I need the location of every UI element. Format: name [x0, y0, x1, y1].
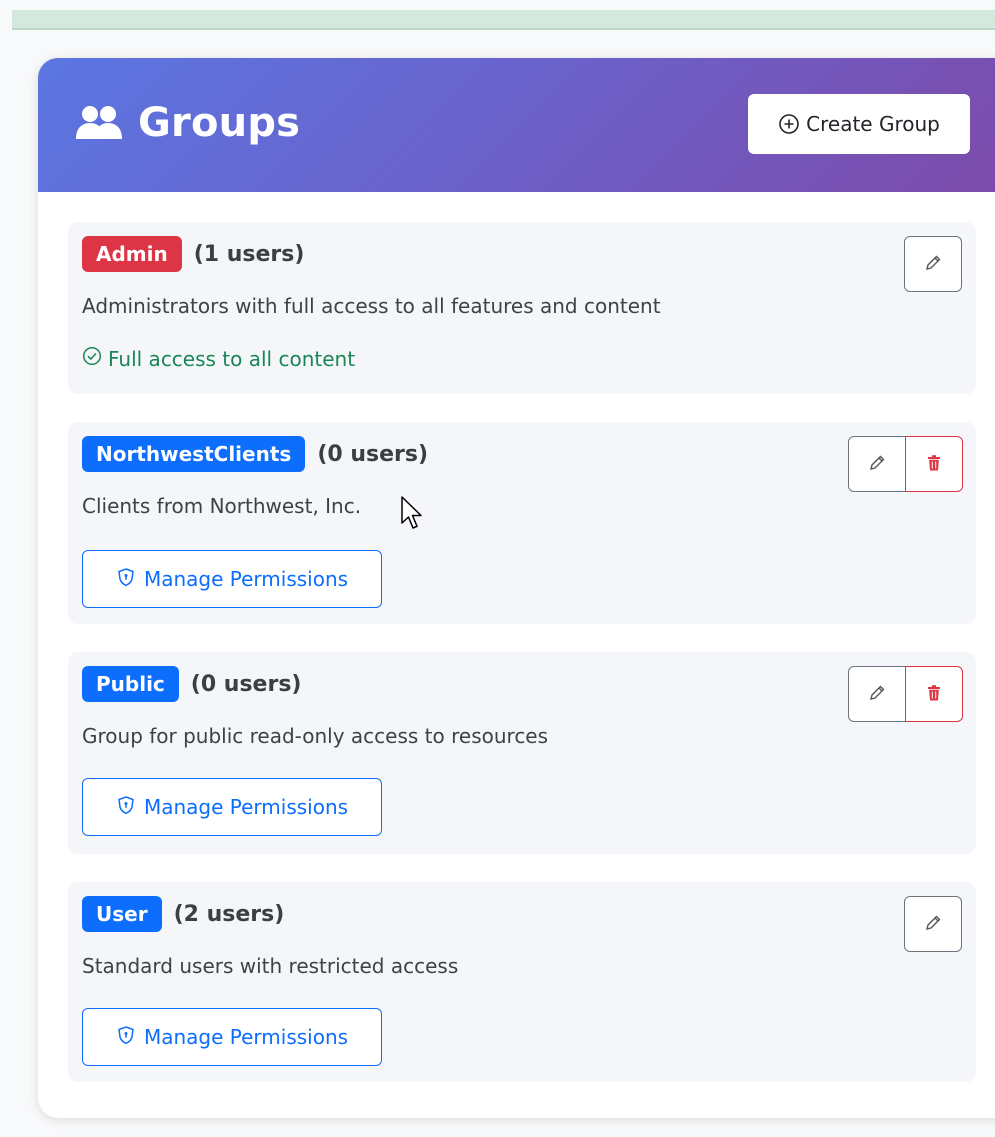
create-group-button[interactable]: Create Group	[748, 94, 970, 154]
card-header: Groups Create Group	[38, 58, 995, 192]
trash-icon	[924, 683, 944, 706]
shield-icon	[116, 1025, 136, 1050]
shield-icon	[116, 567, 136, 592]
group-card-northwestclients: NorthwestClients (0 users) Clients from …	[68, 422, 976, 624]
pencil-icon	[923, 913, 943, 936]
page-title: Groups	[74, 100, 300, 146]
users-count: (0 users)	[190, 671, 302, 697]
users-count: (0 users)	[317, 441, 429, 467]
group-badge: User	[82, 896, 162, 932]
group-card-admin: Admin (1 users) Administrators with full…	[68, 222, 976, 394]
edit-group-button[interactable]	[848, 436, 906, 492]
group-card-public: Public (0 users) Group for public read-o…	[68, 652, 976, 854]
group-header: User (2 users)	[82, 896, 284, 932]
people-icon	[74, 105, 124, 141]
full-access-note: Full access to all content	[82, 346, 355, 371]
pencil-icon	[923, 253, 943, 276]
manage-permissions-button[interactable]: Manage Permissions	[82, 778, 382, 836]
delete-group-button[interactable]	[904, 666, 963, 722]
group-description: Standard users with restricted access	[82, 954, 459, 978]
page-title-text: Groups	[138, 100, 301, 146]
manage-permissions-label: Manage Permissions	[143, 795, 349, 819]
manage-permissions-label: Manage Permissions	[143, 1025, 349, 1049]
edit-group-button[interactable]	[904, 896, 962, 952]
check-circle-icon	[82, 346, 102, 371]
group-badge: Admin	[82, 236, 182, 272]
group-description: Clients from Northwest, Inc.	[82, 494, 362, 518]
group-header: Public (0 users)	[82, 666, 301, 702]
group-card-user: User (2 users) Standard users with restr…	[68, 882, 976, 1082]
manage-permissions-label: Manage Permissions	[143, 567, 349, 591]
pencil-icon	[867, 453, 887, 476]
group-header: NorthwestClients (0 users)	[82, 436, 428, 472]
access-note-text: Full access to all content	[108, 346, 356, 371]
edit-group-button[interactable]	[848, 666, 906, 722]
pencil-icon	[867, 683, 887, 706]
users-count: (2 users)	[173, 901, 285, 927]
delete-group-button[interactable]	[904, 436, 963, 492]
group-description: Group for public read-only access to res…	[82, 724, 549, 748]
manage-permissions-button[interactable]: Manage Permissions	[82, 550, 382, 608]
manage-permissions-button[interactable]: Manage Permissions	[82, 1008, 382, 1066]
top-strip	[12, 10, 995, 30]
group-header: Admin (1 users)	[82, 236, 304, 272]
group-badge: NorthwestClients	[82, 436, 306, 472]
create-group-label: Create Group	[806, 112, 940, 136]
groups-card: Groups Create Group Admin (1 users) Admi…	[38, 58, 995, 1118]
group-actions	[904, 896, 962, 952]
shield-icon	[116, 795, 136, 820]
group-actions	[848, 666, 963, 722]
edit-group-button[interactable]	[904, 236, 962, 292]
group-description: Administrators with full access to all f…	[82, 294, 661, 318]
group-badge: Public	[82, 666, 179, 702]
plus-circle-icon	[778, 113, 800, 135]
trash-icon	[924, 453, 944, 476]
group-actions	[904, 236, 962, 292]
group-actions	[848, 436, 963, 492]
users-count: (1 users)	[193, 241, 305, 267]
